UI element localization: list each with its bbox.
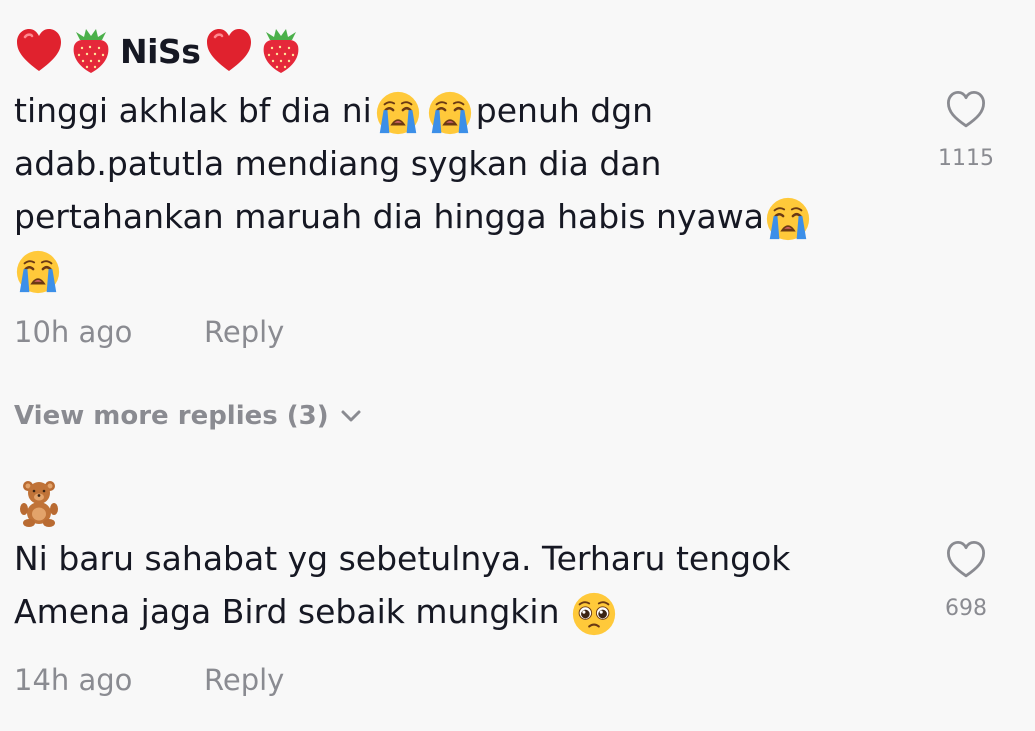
comment-text: tinggi akhlak bf dia ni penuh dgn adab.pa… bbox=[14, 84, 914, 296]
pleading-face-icon bbox=[570, 590, 618, 638]
comment-username[interactable] bbox=[14, 478, 64, 528]
heart-outline-icon[interactable] bbox=[944, 88, 988, 132]
comment-meta: 10h ago Reply bbox=[14, 310, 284, 354]
red-heart-icon bbox=[204, 26, 254, 76]
like-count: 1115 bbox=[938, 146, 994, 171]
comment-meta: 14h ago Reply bbox=[14, 658, 284, 702]
strawberry-icon bbox=[66, 26, 116, 76]
chevron-down-icon[interactable] bbox=[339, 404, 363, 428]
comment-item: Ni baru sahabat yg sebetulnya. Terharu t… bbox=[0, 478, 1035, 718]
comment-text-segment: adab.patutla mendiang sygkan dia dan bbox=[14, 144, 662, 183]
comment-text-segment: penuh dgn bbox=[475, 91, 654, 130]
comment-text-segment: Ni baru sahabat yg sebetulnya. Terharu t… bbox=[14, 539, 791, 578]
loudly-crying-face-icon bbox=[426, 89, 474, 137]
comment-text-segment: tinggi akhlak bf dia ni bbox=[14, 91, 372, 130]
comment-timestamp: 14h ago bbox=[14, 663, 133, 697]
strawberry-icon bbox=[256, 26, 306, 76]
heart-outline-icon[interactable] bbox=[944, 538, 988, 582]
view-more-replies-label[interactable]: View more replies (3) bbox=[14, 401, 329, 431]
like-count: 698 bbox=[945, 596, 987, 621]
like-button[interactable]: 698 bbox=[930, 538, 1002, 621]
like-button[interactable]: 1115 bbox=[930, 88, 1002, 171]
username-text[interactable]: NiSs bbox=[120, 32, 201, 71]
comment-text-segment: pertahankan maruah dia hingga habis nyaw… bbox=[14, 197, 764, 236]
reply-button[interactable]: Reply bbox=[204, 663, 284, 697]
red-heart-icon bbox=[14, 26, 64, 76]
reply-button[interactable]: Reply bbox=[204, 315, 284, 349]
comment-item: NiSs tinggi akhlak bf dia ni penuh dgn ad… bbox=[0, 22, 1035, 362]
loudly-crying-face-icon bbox=[764, 195, 812, 243]
comment-text-segment: Amena jaga Bird sebaik mungkin bbox=[14, 592, 570, 631]
comment-timestamp: 10h ago bbox=[14, 315, 133, 349]
comment-text: Ni baru sahabat yg sebetulnya. Terharu t… bbox=[14, 532, 914, 638]
loudly-crying-face-icon bbox=[374, 89, 422, 137]
view-more-replies-button[interactable]: View more replies (3) bbox=[14, 394, 363, 438]
comment-username[interactable]: NiSs bbox=[14, 22, 306, 80]
loudly-crying-face-icon bbox=[14, 248, 62, 296]
teddy-bear-icon bbox=[14, 478, 64, 528]
